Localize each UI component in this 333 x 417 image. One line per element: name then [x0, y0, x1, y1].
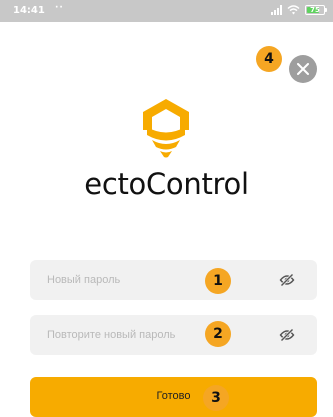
brand-name: ectoControl	[84, 167, 249, 201]
status-icons: 75	[271, 5, 327, 15]
status-time: 14:41	[13, 5, 45, 16]
submit-button-label: Готово	[156, 390, 191, 402]
submit-button[interactable]: Готово	[30, 377, 317, 417]
new-password-field	[30, 260, 317, 300]
eye-slash-icon[interactable]	[279, 273, 295, 287]
signal-icon	[271, 5, 282, 15]
annotation-badge-3: 3	[203, 385, 229, 411]
new-password-input[interactable]	[30, 260, 270, 300]
ectocontrol-logo-icon	[143, 99, 189, 158]
annotation-badge-2: 2	[205, 321, 231, 347]
repeat-password-input[interactable]	[30, 315, 270, 355]
wifi-icon	[287, 5, 300, 15]
battery-icon: 75	[305, 5, 327, 15]
status-bar: 14:41 ·· 75	[0, 0, 333, 22]
notification-dots: ··	[55, 3, 64, 13]
eye-slash-icon[interactable]	[279, 328, 295, 342]
close-icon	[297, 63, 309, 75]
annotation-badge-4: 4	[256, 46, 282, 72]
close-button[interactable]	[289, 55, 317, 83]
battery-level: 75	[310, 6, 320, 14]
annotation-badge-1: 1	[205, 268, 231, 294]
repeat-password-field	[30, 315, 317, 355]
